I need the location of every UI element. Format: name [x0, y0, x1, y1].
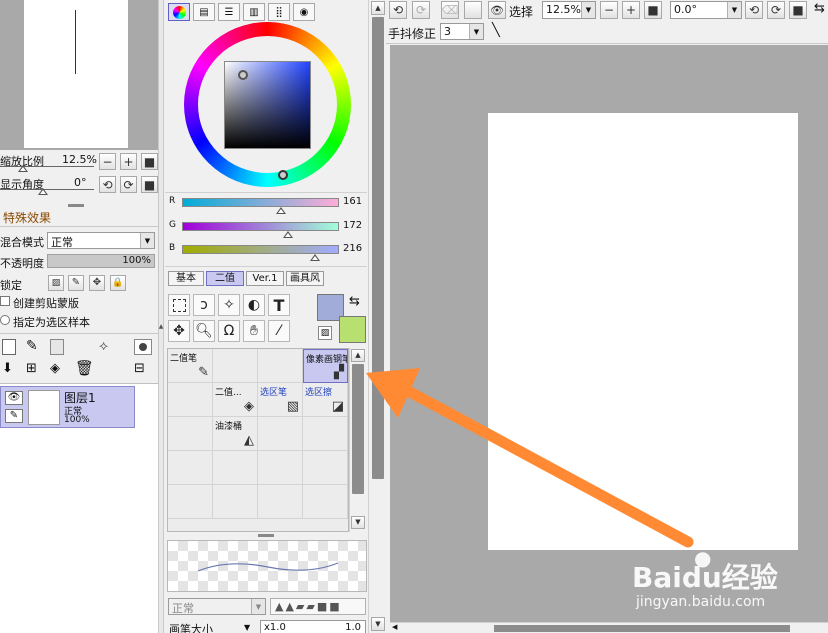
annotation-arrow [366, 368, 694, 548]
watermark: ● Baidu经验 jingyan.baidu.com [632, 546, 828, 616]
watermark-url: jingyan.baidu.com [636, 594, 766, 610]
watermark-logo: Baidu经验 [632, 561, 778, 594]
